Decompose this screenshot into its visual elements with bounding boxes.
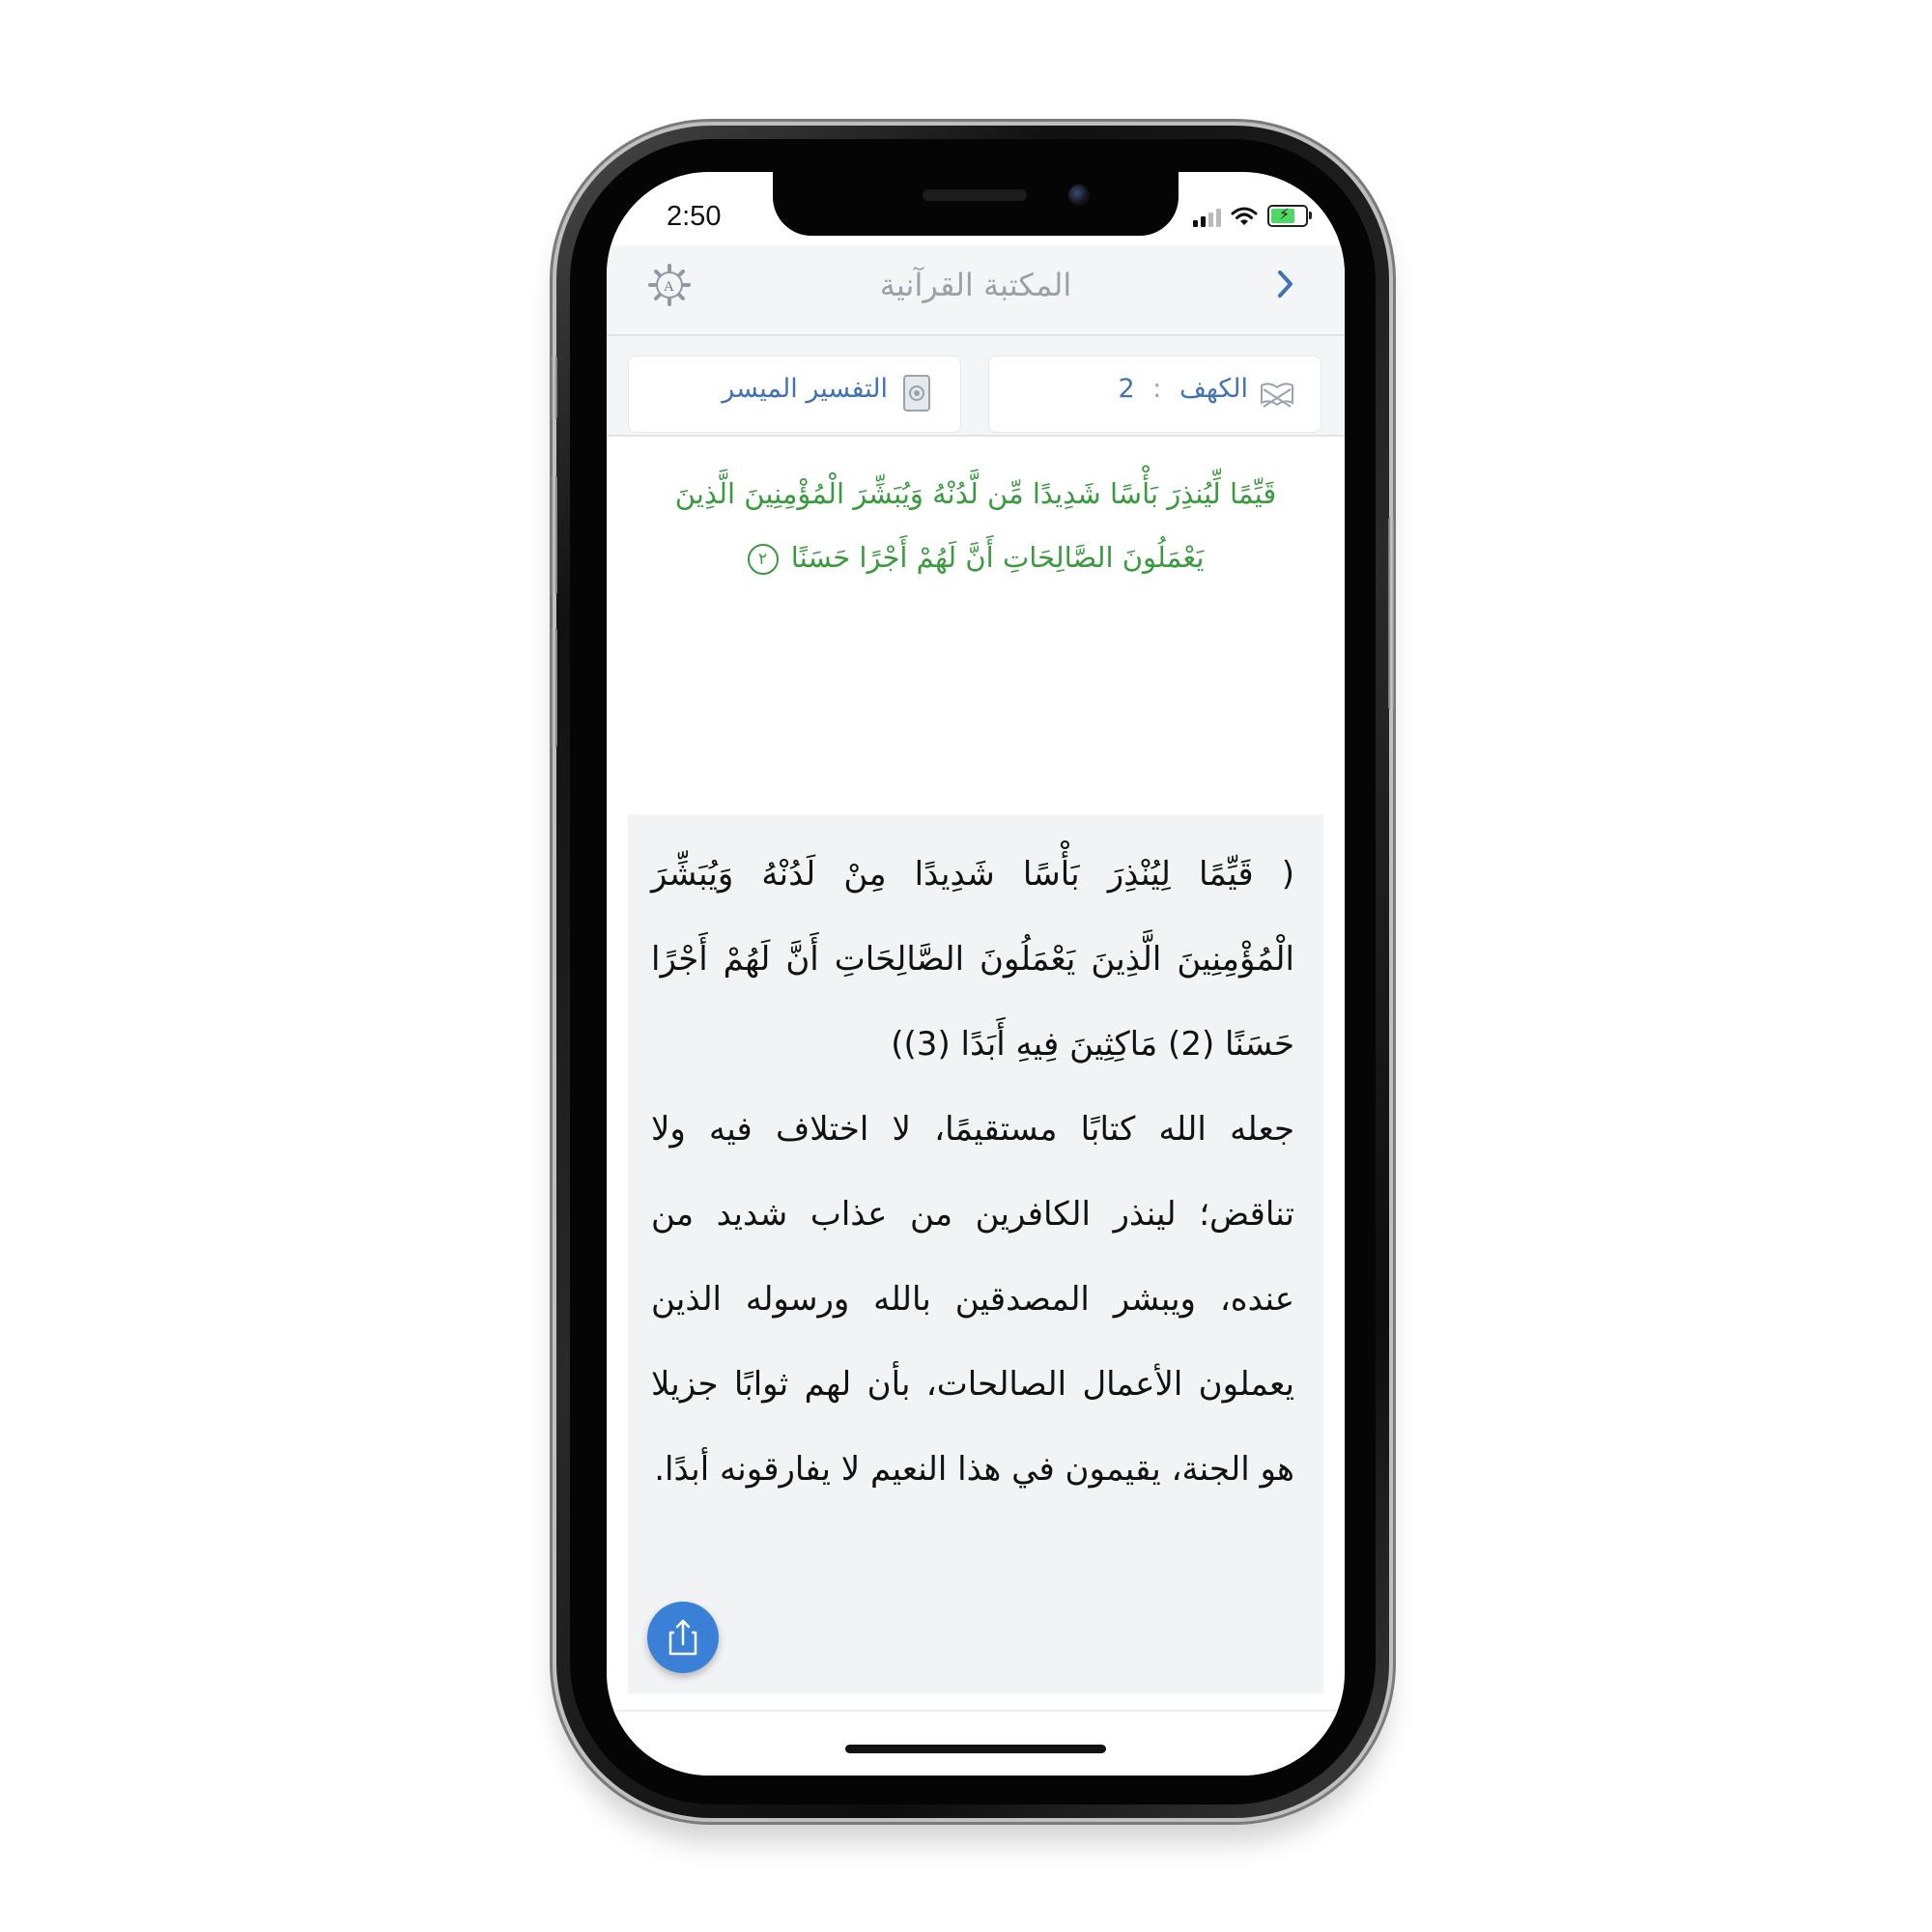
wifi-icon bbox=[1231, 207, 1258, 225]
tafsir-selector[interactable]: التفسير الميسر bbox=[628, 355, 961, 433]
tafsir-content: ( قَيِّمًا لِيُنْذِرَ بَأْسًا شَدِيدًا م… bbox=[651, 832, 1294, 1512]
power-button bbox=[1388, 517, 1395, 710]
notch bbox=[773, 172, 1179, 236]
tafsir-panel: ( قَيِّمًا لِيُنْذِرَ بَأْسًا شَدِيدًا م… bbox=[628, 814, 1323, 1693]
ayah-number: 2 bbox=[1118, 374, 1135, 404]
battery-icon: ⚡ bbox=[1267, 205, 1312, 227]
mute-switch bbox=[551, 355, 557, 419]
share-button[interactable] bbox=[647, 1602, 719, 1673]
volume-down-button bbox=[551, 628, 557, 748]
surah-name: الكهف bbox=[1179, 374, 1248, 404]
tafsir-body: جعله الله كتابًا مستقيمًا، لا اختلاف فيه… bbox=[651, 1110, 1294, 1489]
home-indicator[interactable] bbox=[845, 1745, 1106, 1753]
home-area bbox=[607, 1710, 1345, 1776]
tafsir-quote: ( قَيِّمًا لِيُنْذِرَ بَأْسًا شَدِيدًا م… bbox=[651, 855, 1294, 1064]
status-time: 2:50 bbox=[667, 201, 722, 232]
status-icons: ⚡ bbox=[1193, 205, 1312, 227]
navigation-bar: A المكتبة القرآنية bbox=[607, 245, 1345, 336]
tafsir-label: التفسير الميسر bbox=[722, 374, 888, 404]
page-title: المكتبة القرآنية bbox=[879, 267, 1072, 303]
quran-book-icon bbox=[903, 375, 930, 412]
surah-ayah-selector[interactable]: الكهف : 2 bbox=[988, 355, 1321, 433]
charging-bolt-icon: ⚡ bbox=[1279, 205, 1291, 223]
share-icon bbox=[668, 1619, 697, 1656]
open-book-icon bbox=[1261, 383, 1293, 408]
selector-bar: الكهف : 2 التفسير الميسر bbox=[607, 336, 1345, 437]
chevron-right-icon[interactable] bbox=[1275, 267, 1296, 301]
signal-icon bbox=[1193, 208, 1221, 227]
screen: 2:50 ⚡ A المكتبة القرآنية الكهف: 2 التف… bbox=[607, 172, 1345, 1776]
verse-arabic-text: قَيِّمًا لِّيُنذِرَ بَأْسًا شَدِيدًا مِّ… bbox=[651, 462, 1300, 589]
earpiece-speaker bbox=[923, 189, 1027, 201]
verse-number-marker: ٢ bbox=[747, 544, 779, 575]
front-camera bbox=[1068, 185, 1090, 206]
surah-separator: : bbox=[1152, 374, 1162, 404]
volume-up-button bbox=[551, 475, 557, 595]
